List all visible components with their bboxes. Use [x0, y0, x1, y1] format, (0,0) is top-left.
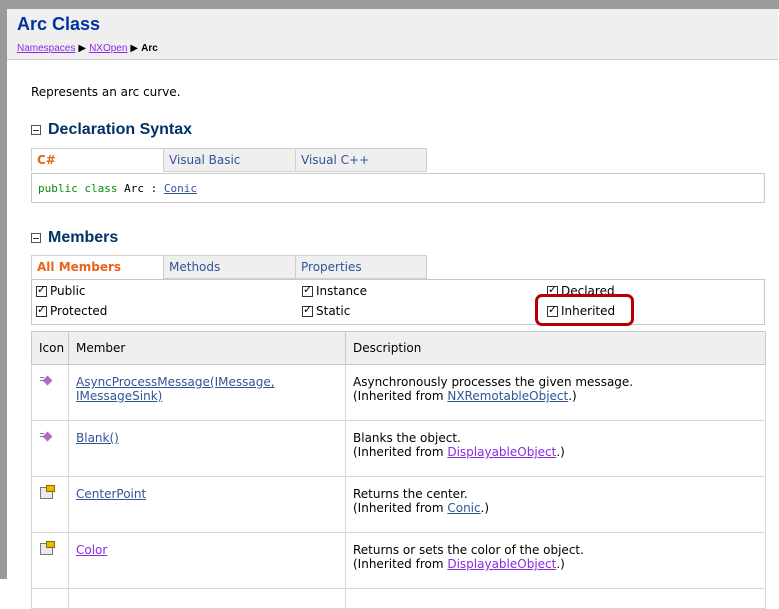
inherited-from: (Inherited from Conic.) [353, 501, 490, 515]
filter-instance[interactable]: Instance [302, 283, 368, 298]
checkbox-checked-icon[interactable] [36, 283, 47, 297]
inherited-class-link[interactable]: Conic [447, 501, 480, 515]
inherited-from: (Inherited from NXRemotableObject.) [353, 389, 577, 403]
property-icon [40, 485, 55, 499]
members-section-toggle[interactable]: Members [31, 229, 118, 247]
code-keywords: public class [38, 182, 118, 195]
tab-visual-cpp[interactable]: Visual C++ [295, 148, 427, 172]
member-link[interactable]: Color [76, 543, 107, 557]
member-description: Returns or sets the color of the object. [353, 543, 584, 557]
base-class-link[interactable]: Conic [164, 182, 197, 195]
member-link[interactable]: CenterPoint [76, 487, 146, 501]
table-row: Blank() Blanks the object. (Inherited fr… [31, 420, 766, 477]
member-description: Blanks the object. [353, 431, 461, 445]
code-class-name: Arc [124, 182, 144, 195]
inherited-class-link[interactable]: DisplayableObject [447, 445, 556, 459]
tab-properties[interactable]: Properties [295, 255, 427, 279]
declaration-heading: Declaration Syntax [48, 121, 193, 138]
breadcrumb-nxopen-link[interactable]: NXOpen [89, 43, 127, 54]
tab-visual-basic[interactable]: Visual Basic [163, 148, 295, 172]
breadcrumb-separator-icon: ▶ [130, 43, 139, 54]
filter-public-label: Public [50, 284, 86, 298]
method-icon [40, 432, 52, 442]
breadcrumb-separator-icon: ▶ [78, 43, 87, 54]
member-tabs: All Members Methods Properties [31, 255, 427, 279]
member-description: Asynchronously processes the given messa… [353, 375, 634, 389]
column-header-icon: Icon [31, 331, 69, 365]
checkbox-checked-icon[interactable] [302, 303, 313, 317]
inherited-from: (Inherited from DisplayableObject.) [353, 445, 565, 459]
member-link[interactable]: AsyncProcessMessage(IMessage, IMessageSi… [76, 375, 275, 403]
property-icon [40, 541, 55, 555]
members-heading: Members [48, 229, 119, 246]
tab-methods[interactable]: Methods [163, 255, 295, 279]
class-summary: Represents an arc curve. [31, 85, 181, 99]
page-title: Arc Class [17, 14, 101, 34]
table-header-row: Icon Member Description [31, 331, 766, 365]
filter-public[interactable]: Public [36, 283, 86, 298]
filter-instance-label: Instance [316, 284, 368, 298]
tab-all-members[interactable]: All Members [31, 255, 163, 279]
inherited-class-link[interactable]: NXRemotableObject [447, 389, 568, 403]
member-filters [31, 279, 765, 325]
member-description: Returns the center. [353, 487, 468, 501]
collapse-icon[interactable] [31, 233, 41, 243]
declaration-section-toggle[interactable]: Declaration Syntax [31, 121, 192, 139]
column-header-description: Description [345, 331, 766, 365]
page-header: Arc Class Namespaces ▶ NXOpen ▶ Arc [7, 9, 778, 60]
filter-static[interactable]: Static [302, 303, 351, 318]
inherited-from: (Inherited from DisplayableObject.) [353, 557, 565, 571]
table-row: AsyncProcessMessage(IMessage, IMessageSi… [31, 364, 766, 421]
breadcrumb-namespaces-link[interactable]: Namespaces [17, 43, 75, 54]
declaration-code: public class Arc : Conic [31, 173, 765, 203]
table-row: Color Returns or sets the color of the o… [31, 532, 766, 589]
inherited-highlight-annotation [535, 294, 634, 326]
breadcrumb: Namespaces ▶ NXOpen ▶ Arc [17, 43, 158, 54]
tab-csharp[interactable]: C# [31, 148, 163, 172]
table-row: CenterPoint Returns the center. (Inherit… [31, 476, 766, 533]
column-header-member: Member [68, 331, 346, 365]
filter-static-label: Static [316, 304, 351, 318]
table-row [31, 588, 766, 609]
language-tabs: C# Visual Basic Visual C++ [31, 148, 427, 172]
code-colon: : [150, 182, 158, 195]
checkbox-checked-icon[interactable] [302, 283, 313, 297]
members-table: Icon Member Description AsyncProcessMess… [31, 331, 766, 609]
member-link[interactable]: Blank() [76, 431, 119, 445]
filter-protected[interactable]: Protected [36, 303, 108, 318]
inherited-class-link[interactable]: DisplayableObject [447, 557, 556, 571]
method-icon [40, 376, 52, 386]
breadcrumb-current: Arc [141, 43, 158, 54]
filter-protected-label: Protected [50, 304, 108, 318]
collapse-icon[interactable] [31, 125, 41, 135]
checkbox-checked-icon[interactable] [36, 303, 47, 317]
